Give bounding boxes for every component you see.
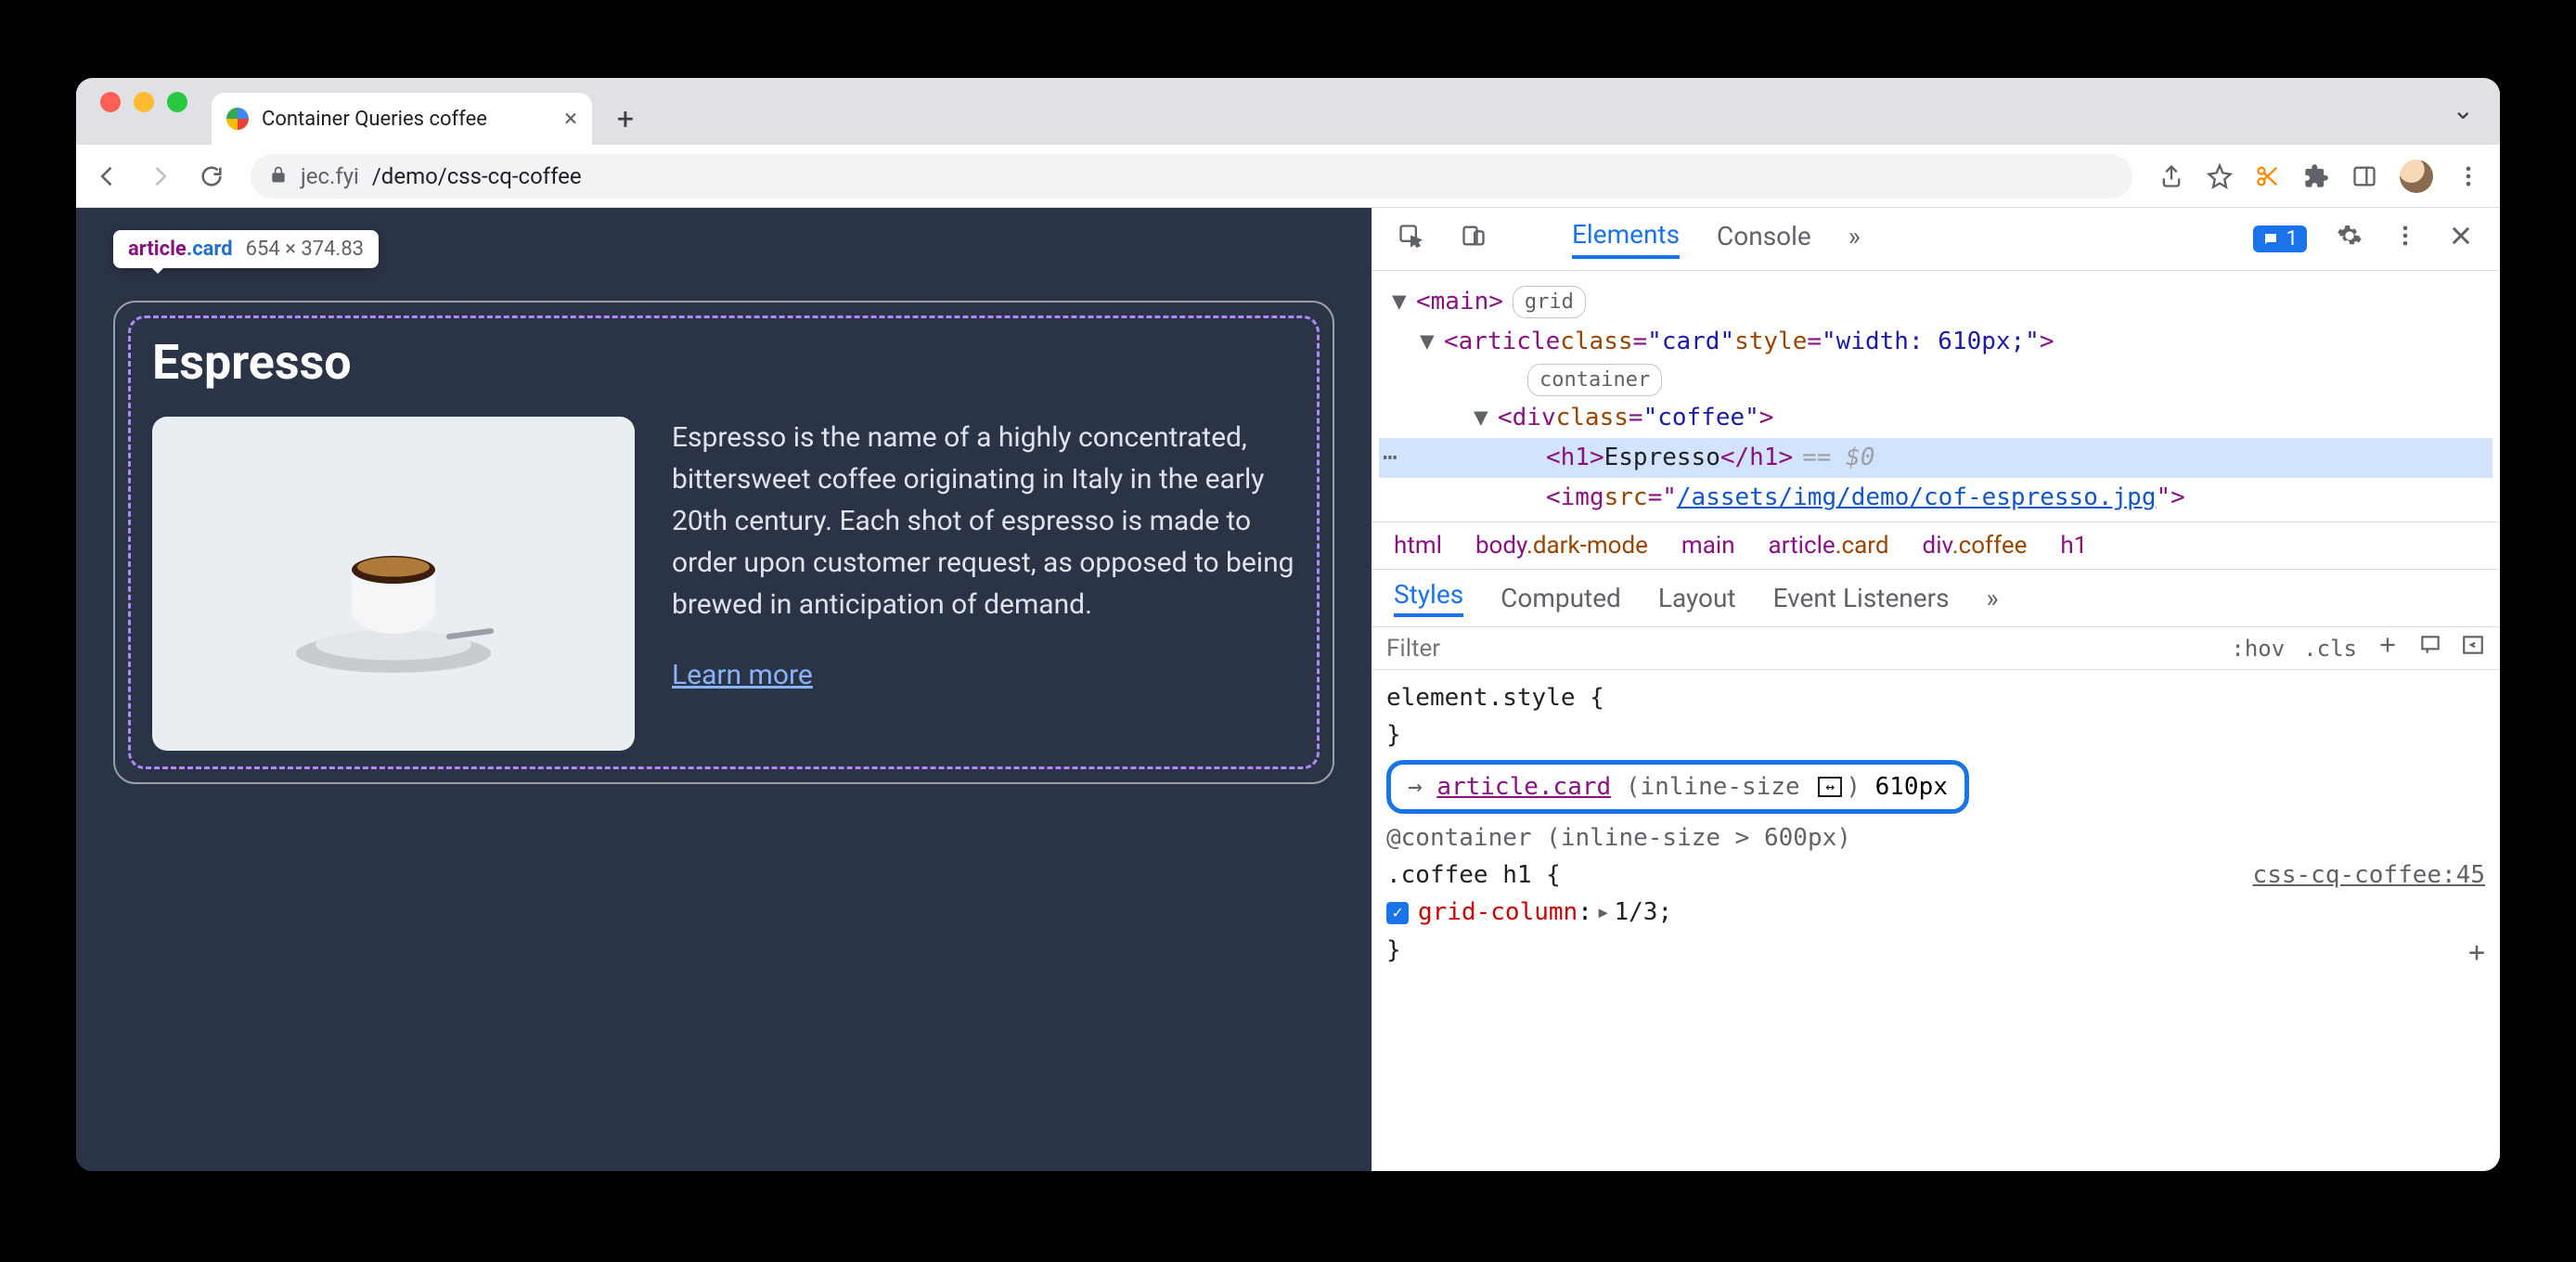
browser-tab[interactable]: Container Queries coffee × [212,93,592,145]
styles-filter-input[interactable] [1386,635,2212,663]
cls-toggle[interactable]: .cls [2303,636,2357,662]
container-query-highlight[interactable]: → article.card (inline-size ↔) 610px [1386,760,1969,814]
dom-tree[interactable]: ▼<main>grid ▼<article class="card" style… [1372,271,2500,522]
settings-button[interactable] [2337,223,2363,255]
browser-window: Container Queries coffee × + ⌄ jec.fyi/d… [76,78,2500,1171]
url-path: /demo/css-cq-coffee [372,163,582,189]
container-selector-link[interactable]: article.card [1436,773,1611,801]
container-size-value: 610px [1875,773,1948,801]
tab-search-button[interactable]: ⌄ [2453,95,2474,125]
pane-listeners[interactable]: Event Listeners [1773,583,1950,613]
tab-title: Container Queries coffee [262,108,487,131]
hov-toggle[interactable]: :hov [2231,636,2285,662]
dom-div[interactable]: <div [1498,400,1556,436]
crumb-div[interactable]: div.coffee [1923,532,2028,560]
tooltip-dimensions: 654 × 374.83 [246,238,364,261]
minimize-window-button[interactable] [134,92,154,112]
issues-count: 1 [2286,227,2298,251]
tabs-overflow[interactable]: » [1848,221,1861,257]
tab-console[interactable]: Console [1717,221,1811,257]
styles-filter-bar: :hov .cls [1372,626,2500,670]
tooltip-class: .card [187,238,233,261]
bookmark-button[interactable] [2207,163,2233,189]
element-style-rule[interactable]: element.style { [1386,679,2485,716]
new-style-rule-button[interactable] [2376,633,2400,663]
maximize-window-button[interactable] [167,92,187,112]
pane-styles[interactable]: Styles [1394,579,1463,617]
url-host: jec.fyi [301,163,359,189]
share-button[interactable] [2158,163,2184,189]
coffee-h1-rule[interactable]: .coffee h1 { css-cq-coffee:45 [1386,856,2485,894]
learn-more-link[interactable]: Learn more [672,659,813,691]
favicon-icon [226,108,249,130]
tab-elements[interactable]: Elements [1572,219,1680,259]
coffee-image [152,417,635,751]
at-container-rule[interactable]: @container (inline-size > 600px) [1386,819,2485,856]
add-property-button[interactable]: + [2468,932,2485,975]
crumb-html[interactable]: html [1394,532,1442,560]
resize-icon: ↔ [1818,777,1842,797]
styles-list: element.style { } → article.card (inline… [1372,670,2500,984]
dom-selected-row[interactable]: <h1>Espresso</h1>== $0 [1379,438,2492,478]
panes-overflow[interactable]: » [1987,583,1999,613]
devtools-tabs: Elements Console » 1 [1372,208,2500,271]
close-tab-button[interactable]: × [564,105,577,133]
toggle-sidebar-icon[interactable] [2461,633,2485,663]
pane-computed[interactable]: Computed [1501,583,1621,613]
lock-icon [269,163,288,189]
profile-avatar[interactable] [2400,160,2433,193]
card: Espresso Espresso is the name [113,301,1334,784]
forward-button[interactable] [147,163,173,189]
tab-strip: Container Queries coffee × + ⌄ [76,78,2500,145]
devtools-menu-button[interactable] [2392,223,2418,255]
extensions-button[interactable] [2303,163,2329,189]
device-toggle-button[interactable] [1461,223,1487,255]
format-icon[interactable] [2418,633,2442,663]
crumb-h1[interactable]: h1 [2060,532,2087,560]
close-devtools-button[interactable] [2448,223,2474,255]
breadcrumb: html body.dark-mode main article.card di… [1372,522,2500,569]
dom-eq0: == $0 [1802,440,1874,476]
grid-column-declaration[interactable]: ✓grid-column:▸1/3; [1386,894,2485,931]
devtools-panel: Elements Console » 1 ▼<main>grid ▼<artic… [1372,208,2500,1171]
crumb-article[interactable]: article.card [1769,532,1889,560]
toolbar-actions [2158,160,2481,193]
badge-container[interactable]: container [1527,364,1662,396]
toolbar: jec.fyi/demo/css-cq-coffee [76,145,2500,208]
menu-button[interactable] [2455,163,2481,189]
scissors-icon[interactable] [2255,163,2281,189]
pane-layout[interactable]: Layout [1658,583,1736,613]
content-area: article.card 654 × 374.83 Espresso [76,208,2500,1171]
page-viewport: article.card 654 × 374.83 Espresso [76,208,1372,1171]
back-button[interactable] [95,163,121,189]
property-checkbox[interactable]: ✓ [1386,902,1409,924]
dom-img-src[interactable]: /assets/img/demo/cof-espresso.jpg [1677,480,2157,516]
source-link[interactable]: css-cq-coffee:45 [2253,856,2485,894]
crumb-main[interactable]: main [1681,532,1735,560]
dom-main[interactable]: <main> [1416,284,1503,320]
inspect-element-button[interactable] [1397,223,1423,255]
address-bar[interactable]: jec.fyi/demo/css-cq-coffee [251,154,2132,199]
side-panel-button[interactable] [2351,163,2377,189]
styles-panes: Styles Computed Layout Event Listeners » [1372,569,2500,626]
card-description: Espresso is the name of a highly concent… [672,417,1295,625]
dom-article[interactable]: <article [1444,324,1560,360]
inspect-tooltip: article.card 654 × 374.83 [113,230,379,268]
tooltip-element: article [128,238,187,261]
close-window-button[interactable] [100,92,121,112]
arrow-icon: → [1408,773,1423,801]
reload-button[interactable] [199,163,225,189]
new-tab-button[interactable]: + [605,98,646,139]
issues-badge[interactable]: 1 [2253,225,2307,252]
crumb-body[interactable]: body.dark-mode [1475,532,1648,560]
window-controls [100,78,187,145]
badge-grid[interactable]: grid [1513,286,1586,318]
card-heading: Espresso [152,334,1295,391]
dom-img[interactable]: <img src="/assets/img/demo/cof-espresso.… [1379,478,2492,518]
